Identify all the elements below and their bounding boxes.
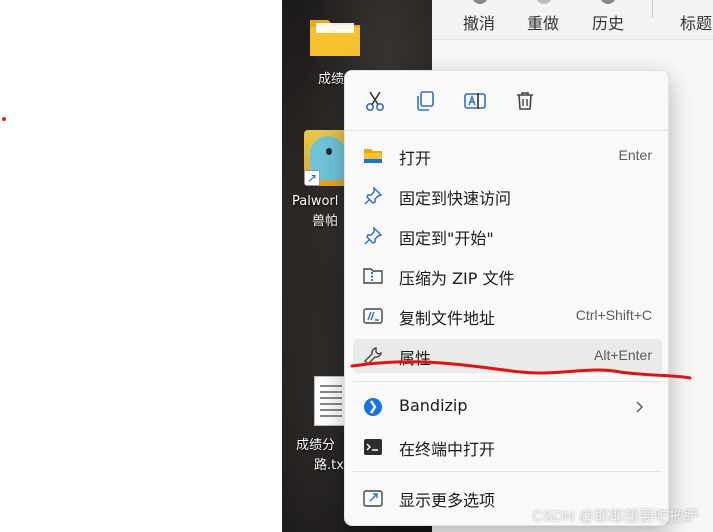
folder-icon[interactable] xyxy=(308,14,362,58)
chevron-right-icon xyxy=(636,401,643,413)
menu-item-label: 显示更多选项 xyxy=(399,491,496,510)
cut-icon[interactable] xyxy=(363,89,387,113)
toolbar-divider xyxy=(652,0,653,18)
pin-icon xyxy=(364,226,383,245)
text-file-label-2: 路.tx xyxy=(314,458,344,473)
context-menu: 打开 Enter 固定到快速访问 固定到"开始" 压缩为 ZIP 文件 复制文件… xyxy=(344,70,669,526)
menu-item-pin-start[interactable]: 固定到"开始" xyxy=(353,219,662,253)
folder-icon xyxy=(364,149,382,163)
text-file-label: 成绩分 xyxy=(296,438,336,453)
rename-icon[interactable] xyxy=(463,89,487,113)
menu-item-open-terminal[interactable]: 在终端中打开 xyxy=(353,430,662,464)
delete-icon[interactable] xyxy=(513,89,537,113)
menu-item-shortcut: Enter xyxy=(618,147,652,163)
terminal-icon xyxy=(364,439,382,455)
redo-icon xyxy=(536,0,552,4)
menu-item-properties[interactable]: 属性 Alt+Enter xyxy=(353,339,662,373)
menu-item-label: 复制文件地址 xyxy=(399,309,496,328)
copy-path-icon xyxy=(363,308,383,324)
menu-item-bandizip[interactable]: Bandizip xyxy=(353,390,662,424)
history-button[interactable]: 历史 xyxy=(592,10,624,34)
red-dot-mark xyxy=(2,117,6,121)
menu-item-open[interactable]: 打开 Enter xyxy=(353,139,662,173)
menu-item-label: 固定到"开始" xyxy=(399,229,494,248)
menu-item-shortcut: Alt+Enter xyxy=(594,347,652,363)
more-options-icon xyxy=(363,490,383,507)
undo-button[interactable]: 撤消 xyxy=(463,10,495,34)
palworld-label-cn: 兽帕 xyxy=(312,214,339,229)
bandizip-icon xyxy=(364,398,382,416)
folder-label: 成绩 xyxy=(318,72,345,87)
redo-button[interactable]: 重做 xyxy=(527,10,559,34)
editor-toolbar: 撤消 重做 历史 标题 xyxy=(432,0,713,40)
menu-item-label: 在终端中打开 xyxy=(399,440,496,459)
blank-area xyxy=(0,0,282,532)
menu-item-compress-zip[interactable]: 压缩为 ZIP 文件 xyxy=(353,259,662,293)
watermark: CSDN @耶耶想要吃披萨 xyxy=(532,508,699,525)
menu-item-copy-path[interactable]: 复制文件地址 Ctrl+Shift+C xyxy=(353,299,662,333)
menu-item-label: Bandizip xyxy=(399,396,468,415)
pin-icon xyxy=(364,186,383,205)
history-icon xyxy=(600,0,616,4)
menu-item-label: 打开 xyxy=(399,149,432,168)
heading-button[interactable]: 标题 xyxy=(680,10,712,34)
menu-item-label: 属性 xyxy=(399,349,432,368)
palworld-label: Palworl xyxy=(292,194,339,209)
undo-icon xyxy=(472,0,488,4)
wrench-icon xyxy=(364,347,382,365)
text-file-icon[interactable] xyxy=(314,376,348,426)
menu-separator xyxy=(353,381,662,382)
copy-icon[interactable] xyxy=(413,89,437,113)
menu-separator xyxy=(353,471,662,472)
menu-item-label: 固定到快速访问 xyxy=(399,189,512,208)
menu-item-pin-quick-access[interactable]: 固定到快速访问 xyxy=(353,179,662,213)
zip-folder-icon xyxy=(363,268,383,284)
menu-item-shortcut: Ctrl+Shift+C xyxy=(575,307,652,323)
shortcut-arrow-icon: ↗ xyxy=(304,170,320,186)
menu-item-label: 压缩为 ZIP 文件 xyxy=(399,269,515,288)
context-menu-action-bar xyxy=(345,71,668,131)
